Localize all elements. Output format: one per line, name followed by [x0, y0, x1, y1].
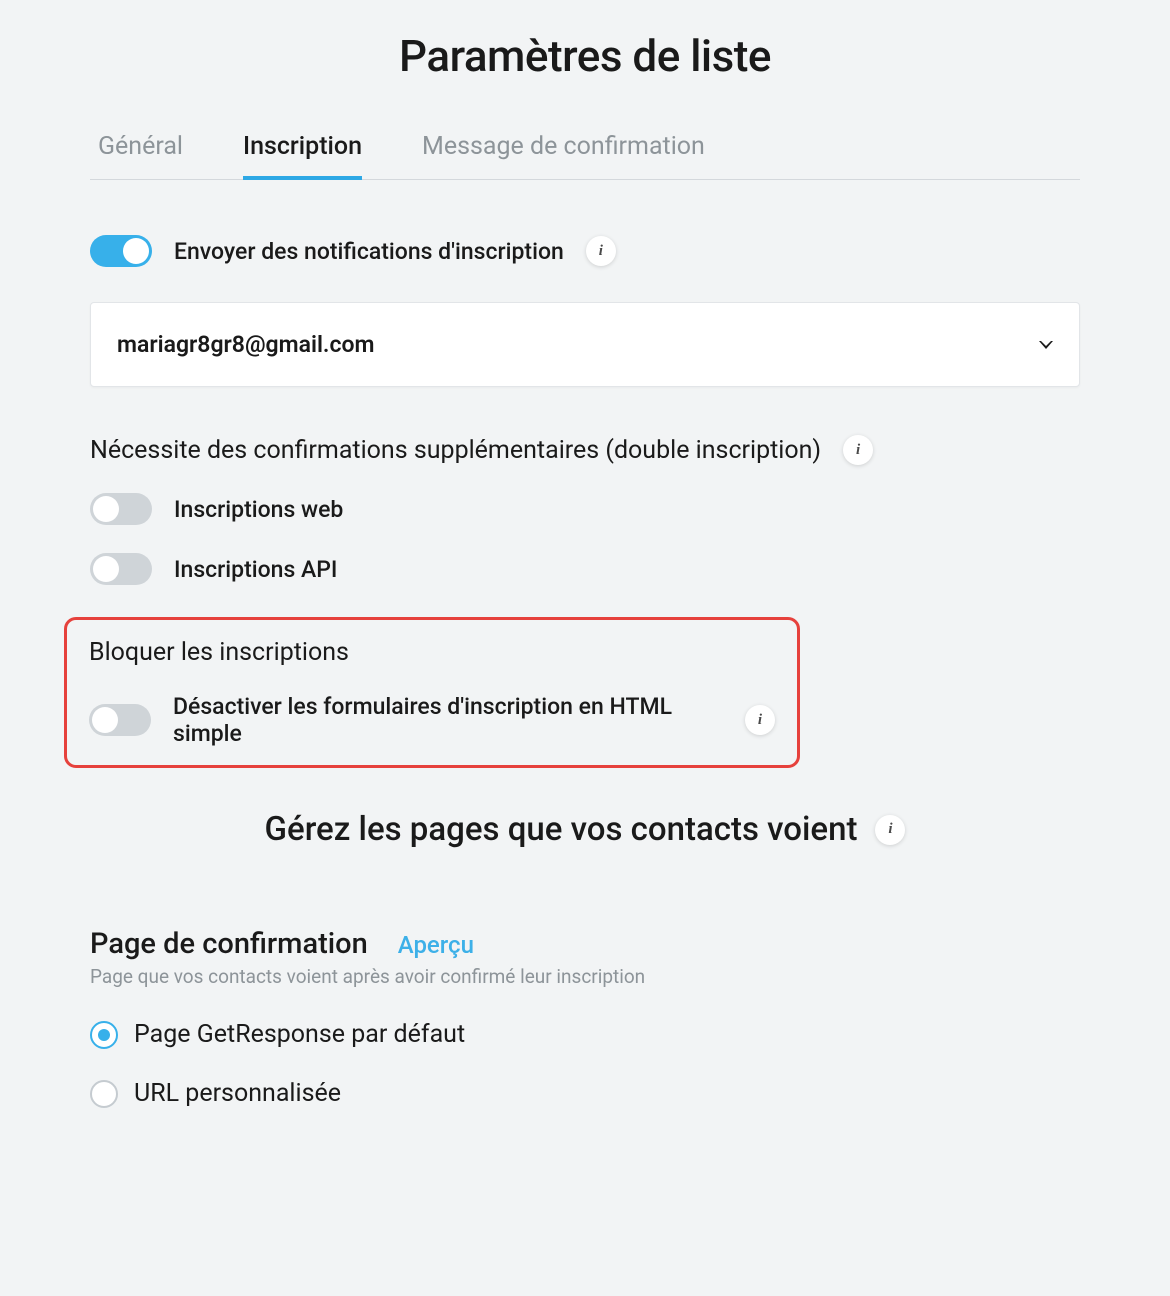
notifications-toggle[interactable] — [90, 235, 152, 267]
info-icon[interactable]: i — [745, 705, 775, 735]
web-subscriptions-toggle[interactable] — [90, 493, 152, 525]
tab-general[interactable]: Général — [98, 132, 183, 179]
disable-html-forms-toggle[interactable] — [89, 704, 151, 736]
double-optin-heading: Nécessite des confirmations supplémentai… — [90, 436, 821, 465]
chevron-down-icon — [1039, 341, 1053, 349]
api-subscriptions-toggle[interactable] — [90, 553, 152, 585]
manage-pages-heading: Gérez les pages que vos contacts voient — [265, 810, 858, 849]
page-title: Paramètres de liste — [90, 30, 1080, 82]
tab-confirmation-message[interactable]: Message de confirmation — [422, 132, 705, 179]
notification-email-value: mariagr8gr8@gmail.com — [117, 331, 374, 358]
radio-button — [90, 1021, 118, 1049]
web-subscriptions-label: Inscriptions web — [174, 496, 343, 523]
confirmation-page-title: Page de confirmation — [90, 927, 368, 961]
disable-html-forms-label: Désactiver les formulaires d'inscription… — [173, 693, 723, 747]
tab-inscription[interactable]: Inscription — [243, 132, 362, 179]
radio-button — [90, 1080, 118, 1108]
info-icon[interactable]: i — [875, 815, 905, 845]
info-icon[interactable]: i — [586, 236, 616, 266]
radio-label-default: Page GetResponse par défaut — [134, 1020, 465, 1049]
radio-label-custom: URL personnalisée — [134, 1079, 341, 1108]
block-subscriptions-heading: Bloquer les inscriptions — [89, 638, 775, 667]
block-subscriptions-highlight: Bloquer les inscriptions Désactiver les … — [64, 617, 800, 768]
radio-option-default[interactable]: Page GetResponse par défaut — [90, 1020, 1080, 1049]
preview-link[interactable]: Aperçu — [398, 931, 474, 959]
notifications-label: Envoyer des notifications d'inscription — [174, 238, 564, 265]
tabs-bar: Général Inscription Message de confirmat… — [90, 132, 1080, 180]
info-icon[interactable]: i — [843, 435, 873, 465]
api-subscriptions-label: Inscriptions API — [174, 556, 337, 583]
confirmation-page-description: Page que vos contacts voient après avoir… — [90, 965, 1080, 988]
radio-option-custom-url[interactable]: URL personnalisée — [90, 1079, 1080, 1108]
notification-email-dropdown[interactable]: mariagr8gr8@gmail.com — [90, 302, 1080, 387]
